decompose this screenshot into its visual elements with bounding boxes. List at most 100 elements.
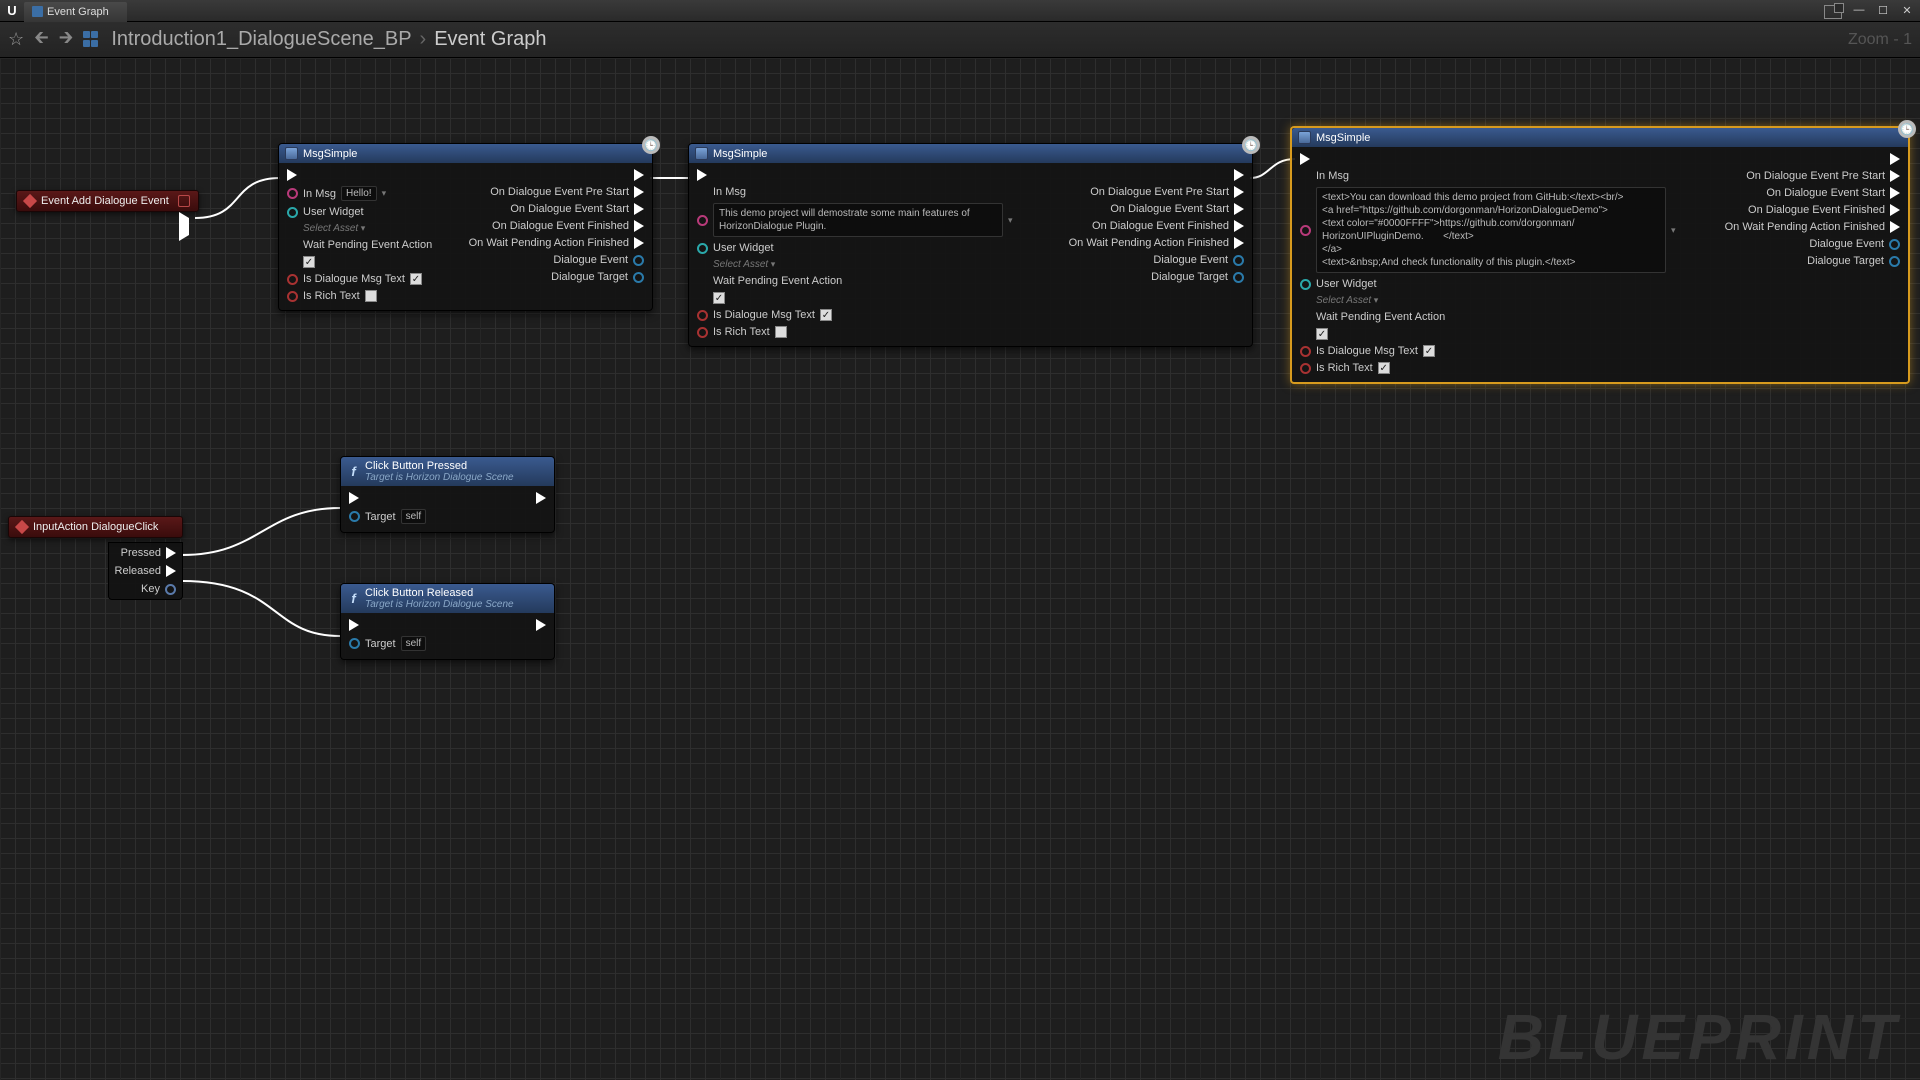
close-button[interactable]: ✕ — [1896, 2, 1918, 18]
node-header[interactable]: MsgSimple 🕒 — [279, 144, 652, 163]
dialogue-event-pin[interactable] — [633, 255, 644, 266]
exec-in-pin[interactable] — [287, 169, 297, 181]
dialogue-event-pin[interactable] — [1889, 239, 1900, 250]
is-rich-pin[interactable] — [287, 291, 298, 302]
graph-canvas[interactable]: Event Add Dialogue Event MsgSimple 🕒 In … — [0, 58, 1920, 1080]
user-widget-pin[interactable] — [1300, 279, 1311, 290]
node-header[interactable]: MsgSimple 🕒 — [689, 144, 1252, 163]
chevron-right-icon: › — [420, 28, 427, 51]
click-button-pressed-node[interactable]: f Click Button Pressed Target is Horizon… — [340, 456, 555, 533]
blueprint-watermark: BLUEPRINT — [1498, 1000, 1900, 1074]
user-widget-pin[interactable] — [287, 207, 298, 218]
delegate-pin[interactable] — [1234, 203, 1244, 215]
exec-out-pin[interactable] — [1890, 153, 1900, 165]
asset-dropdown[interactable]: Select Asset — [713, 259, 775, 270]
delegate-pin[interactable] — [634, 220, 644, 232]
event-close-icon[interactable] — [178, 195, 190, 207]
in-msg-pin[interactable] — [287, 188, 298, 199]
favorite-icon[interactable]: ☆ — [8, 29, 24, 50]
delegate-pin[interactable] — [634, 237, 644, 249]
delegate-pin[interactable] — [1234, 186, 1244, 198]
user-widget-pin[interactable] — [697, 243, 708, 254]
minimize-button[interactable]: — — [1848, 2, 1870, 18]
msgsimple-node-1[interactable]: MsgSimple 🕒 In MsgHello!▾ User Widget Se… — [278, 143, 653, 311]
msgsimple-node-2[interactable]: MsgSimple 🕒 In Msg This demo project wil… — [688, 143, 1253, 347]
event-add-dialogue-node[interactable]: Event Add Dialogue Event — [16, 190, 199, 212]
key-pin[interactable] — [165, 584, 176, 595]
dialogue-target-pin[interactable] — [1889, 256, 1900, 267]
exec-in-pin[interactable] — [1300, 153, 1310, 165]
dialogue-target-pin[interactable] — [1233, 272, 1244, 283]
pressed-pin[interactable] — [166, 547, 176, 559]
latent-badge-icon: 🕒 — [642, 136, 660, 154]
breadcrumb[interactable]: Introduction1_DialogueScene_BP › Event G… — [111, 28, 546, 51]
is-rich-pin[interactable] — [1300, 363, 1311, 374]
delegate-pin[interactable] — [634, 186, 644, 198]
delegate-pin[interactable] — [1890, 221, 1900, 233]
tab-event-graph[interactable]: Event Graph — [24, 2, 127, 22]
back-button[interactable]: 🡰 — [34, 25, 49, 55]
breadcrumb-root[interactable]: Introduction1_DialogueScene_BP — [111, 28, 411, 51]
msgsimple-node-3[interactable]: MsgSimple 🕒 In Msg <text>You can downloa… — [1290, 126, 1910, 384]
click-button-released-node[interactable]: f Click Button Released Target is Horizo… — [340, 583, 555, 660]
event-chip[interactable]: Event Add Dialogue Event — [16, 190, 199, 212]
released-pin[interactable] — [166, 565, 176, 577]
is-dialogue-msg-pin[interactable] — [1300, 346, 1311, 357]
exec-out-pin[interactable] — [179, 212, 189, 241]
delegate-pin[interactable] — [634, 203, 644, 215]
node-title: Click Button Pressed — [365, 460, 514, 472]
wait-pending-checkbox[interactable]: ✓ — [713, 292, 725, 304]
is-dialogue-msg-pin[interactable] — [697, 310, 708, 321]
node-icon — [695, 147, 708, 160]
popout-icon[interactable] — [1824, 5, 1842, 19]
is-dialogue-msg-checkbox[interactable]: ✓ — [820, 309, 832, 321]
asset-dropdown[interactable]: Select Asset — [303, 223, 365, 234]
graph-icon — [32, 6, 43, 17]
delegate-pin[interactable] — [1234, 220, 1244, 232]
exec-in-pin[interactable] — [349, 619, 359, 631]
wait-pending-checkbox[interactable]: ✓ — [303, 256, 315, 268]
target-value[interactable]: self — [401, 636, 427, 651]
is-rich-checkbox[interactable] — [775, 326, 787, 338]
is-rich-checkbox[interactable]: ✓ — [1378, 362, 1390, 374]
nav-bar: ☆ 🡰 🡲 Introduction1_DialogueScene_BP › E… — [0, 22, 1920, 58]
node-title: Click Button Released — [365, 587, 514, 599]
exec-out-pin[interactable] — [536, 492, 546, 504]
breadcrumb-leaf[interactable]: Event Graph — [434, 28, 546, 51]
is-dialogue-msg-pin[interactable] — [287, 274, 298, 285]
wait-pending-checkbox[interactable]: ✓ — [1316, 328, 1328, 340]
exec-out-pin[interactable] — [1234, 169, 1244, 181]
delegate-pin[interactable] — [1890, 204, 1900, 216]
in-msg-value[interactable]: Hello! — [341, 186, 377, 201]
dialogue-target-pin[interactable] — [633, 272, 644, 283]
exec-in-pin[interactable] — [697, 169, 707, 181]
node-icon — [285, 147, 298, 160]
target-value[interactable]: self — [401, 509, 427, 524]
asset-dropdown[interactable]: Select Asset — [1316, 295, 1378, 306]
exec-in-pin[interactable] — [349, 492, 359, 504]
delegate-pin[interactable] — [1890, 170, 1900, 182]
in-msg-value[interactable]: <text>You can download this demo project… — [1316, 187, 1666, 273]
event-chip[interactable]: InputAction DialogueClick — [8, 516, 183, 538]
delegate-pin[interactable] — [1890, 187, 1900, 199]
forward-button[interactable]: 🡲 — [59, 25, 74, 55]
maximize-button[interactable]: ☐ — [1872, 2, 1894, 18]
in-msg-pin[interactable] — [697, 215, 708, 226]
dialogue-event-pin[interactable] — [1233, 255, 1244, 266]
node-header[interactable]: MsgSimple 🕒 — [1292, 128, 1908, 147]
is-rich-pin[interactable] — [697, 327, 708, 338]
in-msg-value[interactable]: This demo project will demostrate some m… — [713, 203, 1003, 237]
target-pin[interactable] — [349, 638, 360, 649]
node-header[interactable]: f Click Button Pressed Target is Horizon… — [341, 457, 554, 486]
delegate-pin[interactable] — [1234, 237, 1244, 249]
is-dialogue-msg-checkbox[interactable]: ✓ — [410, 273, 422, 285]
is-dialogue-msg-checkbox[interactable]: ✓ — [1423, 345, 1435, 357]
input-action-node[interactable]: InputAction DialogueClick Pressed Releas… — [8, 516, 183, 538]
exec-out-pin[interactable] — [634, 169, 644, 181]
in-msg-pin[interactable] — [1300, 225, 1311, 236]
blueprint-icon[interactable] — [83, 31, 101, 49]
exec-out-pin[interactable] — [536, 619, 546, 631]
node-header[interactable]: f Click Button Released Target is Horizo… — [341, 584, 554, 613]
is-rich-checkbox[interactable] — [365, 290, 377, 302]
target-pin[interactable] — [349, 511, 360, 522]
